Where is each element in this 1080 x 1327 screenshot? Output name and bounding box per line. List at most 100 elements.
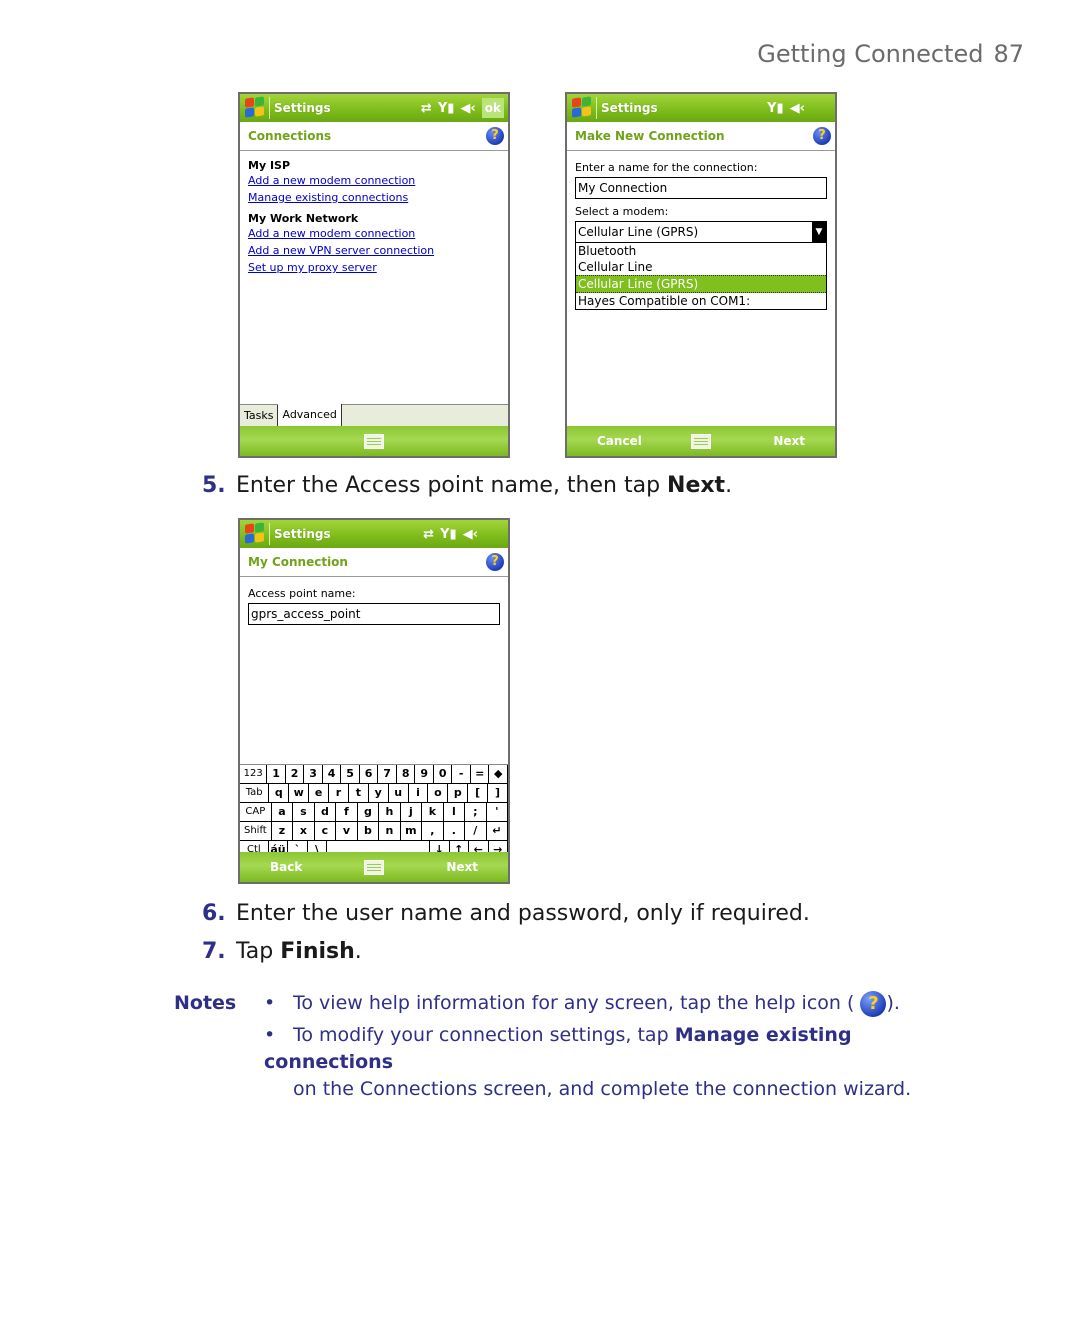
keyboard-key[interactable]: ◆ bbox=[489, 765, 508, 783]
keyboard-key[interactable]: t bbox=[349, 784, 369, 802]
keyboard-key[interactable]: u bbox=[389, 784, 409, 802]
keyboard-key[interactable]: ; bbox=[465, 803, 487, 821]
start-menu-icon[interactable] bbox=[244, 522, 266, 545]
my-connection-screen: Settings ⇄ Y▮ ◀‹ My Connection ? Access … bbox=[238, 518, 510, 884]
keyboard-key[interactable]: o bbox=[428, 784, 449, 802]
modem-selected-value: Cellular Line (GPRS) bbox=[578, 225, 699, 239]
keyboard-key[interactable]: p bbox=[448, 784, 469, 802]
signal-icon[interactable]: Y▮ bbox=[440, 527, 457, 542]
modem-option[interactable]: Bluetooth bbox=[576, 243, 826, 259]
soft-keyboard: 123 1 2 3 4 5 6 7 8 9 0- = ◆ Tab q w e r t y u i o p[] CAP a s d f g h… bbox=[240, 764, 509, 860]
keyboard-icon[interactable] bbox=[691, 434, 711, 449]
keyboard-key[interactable]: = bbox=[471, 765, 490, 783]
keyboard-icon[interactable] bbox=[364, 434, 384, 449]
keyboard-key[interactable]: 2 bbox=[286, 765, 305, 783]
title-bar: Settings ⇄ Y▮ ◀‹ bbox=[240, 520, 508, 548]
keyboard-key[interactable]: w bbox=[289, 784, 310, 802]
modem-option-selected[interactable]: Cellular Line (GPRS) bbox=[576, 275, 826, 293]
link-add-modem-isp[interactable]: Add a new modem connection bbox=[248, 172, 500, 189]
volume-icon[interactable]: ◀‹ bbox=[463, 527, 478, 542]
next-button[interactable]: Next bbox=[446, 860, 478, 874]
keyboard-key[interactable]: s bbox=[293, 803, 315, 821]
ok-button[interactable]: ok bbox=[481, 98, 504, 118]
keyboard-key[interactable]: v bbox=[336, 822, 358, 840]
keyboard-key[interactable]: f bbox=[336, 803, 358, 821]
back-button[interactable]: Back bbox=[270, 860, 302, 874]
keyboard-key[interactable]: ] bbox=[488, 784, 509, 802]
keyboard-key[interactable]: y bbox=[369, 784, 389, 802]
keyboard-key[interactable]: 0 bbox=[434, 765, 453, 783]
volume-icon[interactable]: ◀‹ bbox=[460, 101, 475, 116]
keyboard-key[interactable]: Shift bbox=[240, 822, 272, 840]
link-add-modem-work[interactable]: Add a new modem connection bbox=[248, 225, 500, 242]
keyboard-key[interactable]: 123 bbox=[240, 765, 268, 783]
notes-label: Notes bbox=[174, 992, 237, 1014]
keyboard-key[interactable]: 9 bbox=[415, 765, 434, 783]
keyboard-key[interactable]: . bbox=[444, 822, 466, 840]
keyboard-key[interactable]: h bbox=[379, 803, 401, 821]
keyboard-icon[interactable] bbox=[364, 860, 384, 875]
keyboard-key[interactable]: z bbox=[272, 822, 294, 840]
keyboard-key[interactable]: x bbox=[293, 822, 315, 840]
keyboard-key[interactable]: i bbox=[409, 784, 429, 802]
help-icon[interactable]: ? bbox=[486, 127, 504, 145]
step-end: . bbox=[725, 473, 733, 498]
connectivity-icon[interactable]: ⇄ bbox=[421, 101, 432, 116]
step-5: 5. Enter the Access point name, then tap … bbox=[202, 473, 732, 498]
keyboard-key[interactable]: j bbox=[401, 803, 423, 821]
signal-icon[interactable]: Y▮ bbox=[438, 101, 455, 116]
cancel-button[interactable]: Cancel bbox=[597, 434, 642, 448]
keyboard-key[interactable]: 4 bbox=[323, 765, 342, 783]
keyboard-key[interactable]: g bbox=[358, 803, 380, 821]
screen-subheader: Connections ? bbox=[240, 122, 508, 151]
apn-input[interactable]: gprs_access_point bbox=[248, 603, 500, 625]
title-bar: Settings ⇄ Y▮ ◀‹ ok bbox=[240, 94, 508, 122]
keyboard-key[interactable]: 7 bbox=[378, 765, 397, 783]
app-title: Settings bbox=[274, 527, 331, 541]
keyboard-key[interactable]: / bbox=[465, 822, 487, 840]
keyboard-key[interactable]: r bbox=[329, 784, 349, 802]
keyboard-key[interactable]: b bbox=[358, 822, 380, 840]
chevron-down-icon[interactable]: ▼ bbox=[812, 222, 826, 242]
keyboard-key[interactable]: 1 bbox=[267, 765, 286, 783]
link-manage-existing[interactable]: Manage existing connections bbox=[248, 189, 500, 206]
keyboard-key[interactable]: ' bbox=[487, 803, 509, 821]
start-menu-icon[interactable] bbox=[571, 96, 593, 119]
app-title: Settings bbox=[601, 101, 658, 115]
keyboard-key[interactable]: l bbox=[444, 803, 466, 821]
link-proxy[interactable]: Set up my proxy server bbox=[248, 259, 500, 276]
modem-dropdown-list: Bluetooth Cellular Line Cellular Line (G… bbox=[575, 243, 827, 310]
keyboard-key[interactable]: e bbox=[309, 784, 329, 802]
keyboard-key[interactable]: d bbox=[315, 803, 337, 821]
step-bold: Finish bbox=[280, 939, 355, 964]
signal-icon[interactable]: Y▮ bbox=[767, 101, 784, 116]
modem-option[interactable]: Hayes Compatible on COM1: bbox=[576, 293, 826, 309]
next-button[interactable]: Next bbox=[773, 434, 805, 448]
connectivity-icon[interactable]: ⇄ bbox=[423, 527, 434, 542]
keyboard-key[interactable]: 8 bbox=[397, 765, 416, 783]
help-icon[interactable]: ? bbox=[813, 127, 831, 145]
keyboard-key[interactable]: 3 bbox=[304, 765, 323, 783]
keyboard-key[interactable]: [ bbox=[468, 784, 489, 802]
help-icon[interactable]: ? bbox=[486, 553, 504, 571]
start-menu-icon[interactable] bbox=[244, 96, 266, 119]
keyboard-key[interactable]: q bbox=[269, 784, 290, 802]
link-add-vpn[interactable]: Add a new VPN server connection bbox=[248, 242, 500, 259]
connection-name-input[interactable]: My Connection bbox=[575, 177, 827, 199]
keyboard-key[interactable]: k bbox=[422, 803, 444, 821]
modem-option[interactable]: Cellular Line bbox=[576, 259, 826, 275]
make-new-connection-screen: Settings Y▮ ◀‹ Make New Connection ? Ent… bbox=[565, 92, 837, 458]
keyboard-key[interactable]: , bbox=[422, 822, 444, 840]
modem-select[interactable]: Cellular Line (GPRS) ▼ bbox=[575, 221, 827, 243]
keyboard-key[interactable]: a bbox=[272, 803, 294, 821]
keyboard-key[interactable]: Tab bbox=[240, 784, 270, 802]
keyboard-key[interactable]: c bbox=[315, 822, 337, 840]
keyboard-key[interactable]: - bbox=[452, 765, 471, 783]
keyboard-key[interactable]: m bbox=[401, 822, 423, 840]
keyboard-key[interactable]: n bbox=[379, 822, 401, 840]
keyboard-key[interactable]: 6 bbox=[360, 765, 379, 783]
volume-icon[interactable]: ◀‹ bbox=[790, 101, 805, 116]
keyboard-key[interactable]: 5 bbox=[341, 765, 360, 783]
keyboard-key[interactable]: CAP bbox=[240, 803, 272, 821]
keyboard-key[interactable]: ↵ bbox=[487, 822, 509, 840]
